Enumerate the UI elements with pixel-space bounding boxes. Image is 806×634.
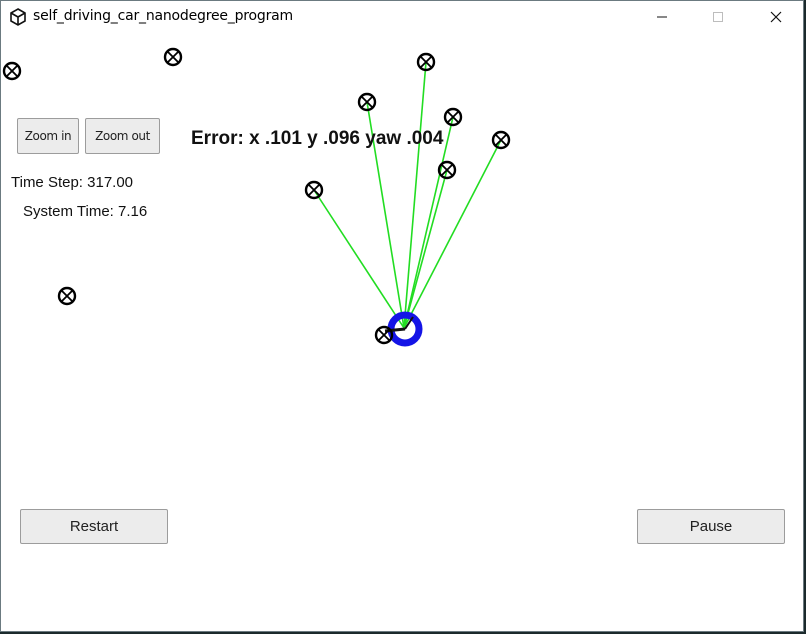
restart-button[interactable]: Restart	[20, 509, 168, 544]
landmark-icon	[2, 61, 22, 81]
zoom-out-button[interactable]: Zoom out	[85, 118, 160, 154]
landmarks	[2, 47, 511, 345]
landmark-icon	[443, 107, 463, 127]
landmark-icon	[163, 47, 183, 67]
observation-line	[313, 189, 405, 329]
zoom-in-button[interactable]: Zoom in	[17, 118, 79, 154]
pause-button[interactable]: Pause	[637, 509, 785, 544]
simulator-window: self_driving_car_nanodegree_program Zoom…	[0, 0, 804, 632]
landmark-icon	[57, 286, 77, 306]
error-readout: Error: x .101 y .096 yaw .004	[191, 128, 444, 149]
observation-line	[403, 139, 502, 329]
landmark-icon	[357, 92, 377, 112]
landmark-icon	[491, 130, 511, 150]
observation-lines	[313, 61, 502, 329]
system-time-label: System Time: 7.16	[23, 203, 148, 220]
time-step-label: Time Step: 317.00	[11, 174, 134, 191]
landmark-icon	[304, 180, 324, 200]
